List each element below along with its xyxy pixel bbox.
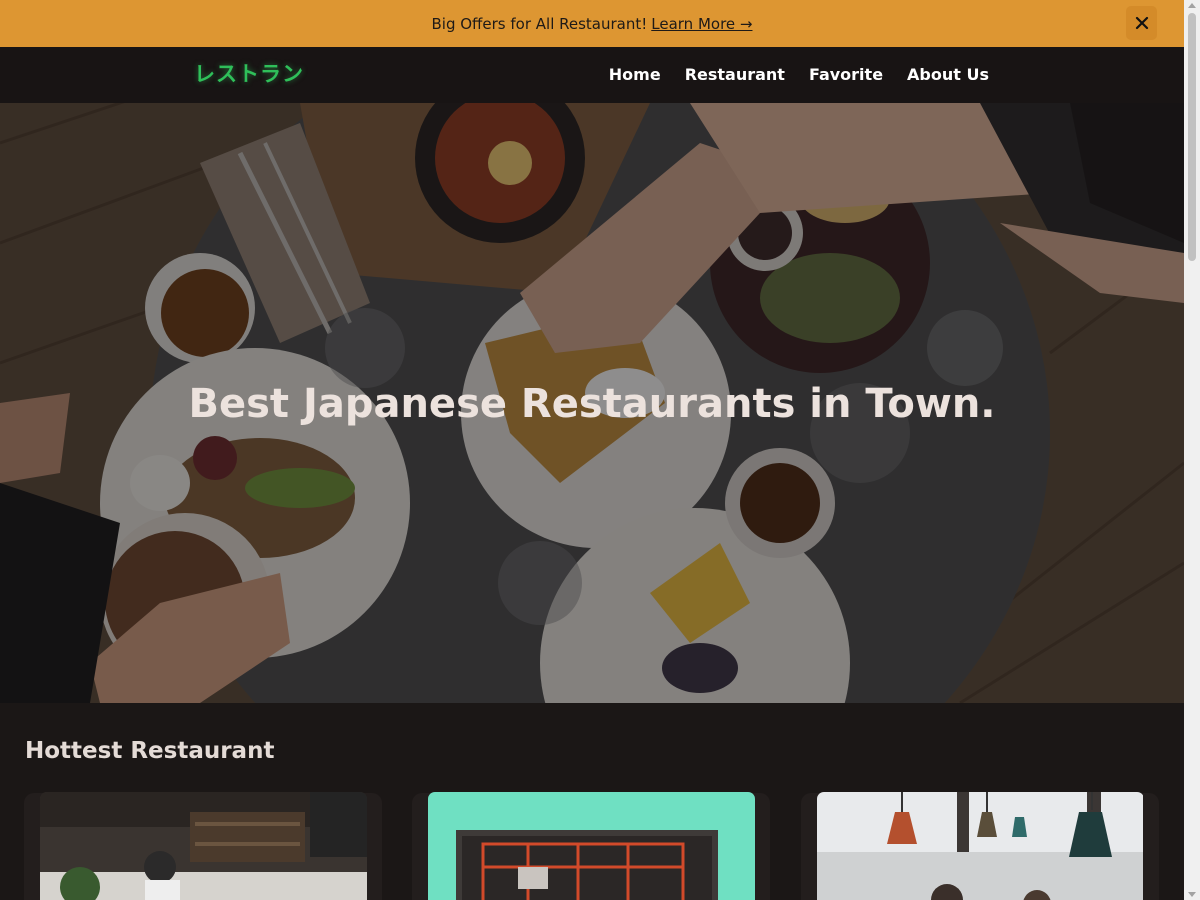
nav-restaurant[interactable]: Restaurant [685,65,785,84]
restaurant-image [428,792,755,900]
section-title: Hottest Restaurant [25,738,275,764]
offer-text: Big Offers for All Restaurant! [431,14,648,33]
restaurant-image [40,792,367,900]
hottest-restaurant-section: Hottest Restaurant [0,703,1184,900]
close-icon [1135,16,1148,30]
nav-links: Home Restaurant Favorite About Us [609,65,989,84]
learn-more-link[interactable]: Learn More → [651,15,752,33]
navbar: レストラン Home Restaurant Favorite About Us [0,47,1184,103]
scroll-down-arrow-icon[interactable] [1188,892,1196,897]
page-scrollbar[interactable] [1184,0,1200,900]
page: Big Offers for All Restaurant! Learn Mor… [0,0,1200,900]
restaurant-card[interactable] [428,792,755,900]
restaurant-card[interactable] [40,792,367,900]
brand-logo[interactable]: レストラン [194,58,304,88]
nav-home[interactable]: Home [609,65,661,84]
nav-about-us[interactable]: About Us [907,65,989,84]
restaurant-image [817,792,1143,900]
nav-favorite[interactable]: Favorite [809,65,883,84]
close-offer-button[interactable] [1126,6,1157,40]
hero-title: Best Japanese Restaurants in Town. [188,381,996,427]
restaurant-card[interactable] [817,792,1144,900]
offer-banner: Big Offers for All Restaurant! Learn Mor… [0,0,1184,47]
scroll-up-arrow-icon[interactable] [1188,3,1196,8]
scrollbar-thumb[interactable] [1188,13,1196,261]
hero-section: Best Japanese Restaurants in Town. [0,103,1184,703]
